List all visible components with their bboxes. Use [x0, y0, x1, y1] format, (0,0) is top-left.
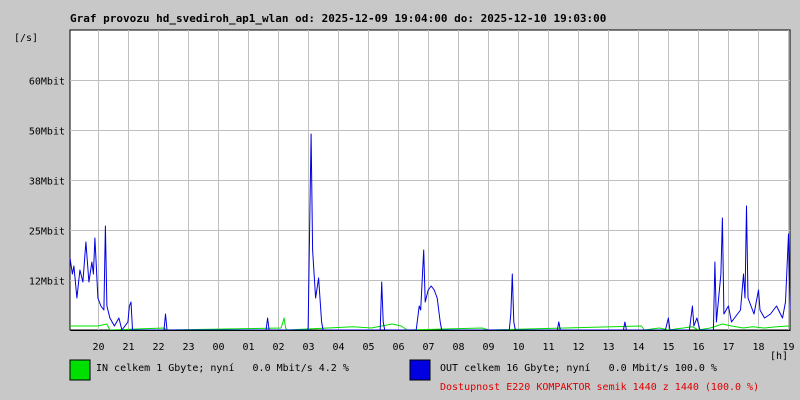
availability-text: Dostupnost E220 KOMPAKTOR semik 1440 z 1… [440, 382, 759, 393]
traffic-chart: Graf provozu hd_svediroh_ap1_wlan od: 20… [14, 12, 795, 393]
x-tick-label: 21 [122, 342, 134, 353]
x-tick-label: 16 [692, 342, 704, 353]
x-tick-label: 14 [632, 342, 644, 353]
x-tick-label: 20 [92, 342, 104, 353]
y-tick-label: 50Mbit [29, 127, 65, 138]
y-tick-label: 38Mbit [29, 177, 65, 188]
chart-title: Graf provozu hd_svediroh_ap1_wlan od: 20… [70, 12, 606, 25]
x-tick-label: 17 [722, 342, 734, 353]
x-tick-label: 01 [242, 342, 254, 353]
x-tick-label: 07 [422, 342, 434, 353]
x-tick-label: 22 [152, 342, 164, 353]
y-tick-label: 60Mbit [29, 77, 65, 88]
x-tick-label: 10 [512, 342, 524, 353]
x-tick-label: 05 [362, 342, 374, 353]
legend-label-out: OUT celkem 16 Gbyte; nyní 0.0 Mbit/s 100… [440, 362, 717, 374]
x-tick-label: 23 [182, 342, 194, 353]
x-tick-label: 08 [452, 342, 464, 353]
legend-swatch-in [69, 359, 91, 381]
legend-label-in: IN celkem 1 Gbyte; nyní 0.0 Mbit/s 4.2 % [96, 362, 349, 374]
x-tick-labels: 20 21 22 23 00 01 02 03 04 05 06 07 08 09 10 11 12 13 14 15… [92, 342, 794, 353]
x-tick-label: 03 [302, 342, 314, 353]
x-tick-label: 06 [392, 342, 404, 353]
x-tick-label: 09 [482, 342, 494, 353]
x-tick-label: 18 [752, 342, 764, 353]
y-tick-label: 12Mbit [29, 277, 65, 288]
x-tick-label: 13 [602, 342, 614, 353]
y-tick-labels: 12Mbit 25Mbit 38Mbit 50Mbit 60Mbit [29, 77, 65, 288]
x-tick-label: 04 [332, 342, 344, 353]
x-axis-unit-label: [h] [770, 351, 788, 362]
x-tick-label: 12 [572, 342, 584, 353]
legend-swatch-out [409, 359, 431, 381]
y-tick-label: 25Mbit [29, 227, 65, 238]
x-tick-label: 11 [542, 342, 554, 353]
x-tick-label: 02 [272, 342, 284, 353]
y-axis-unit-label: [/s] [14, 33, 38, 44]
x-tick-label: 15 [662, 342, 674, 353]
x-tick-label: 00 [212, 342, 224, 353]
